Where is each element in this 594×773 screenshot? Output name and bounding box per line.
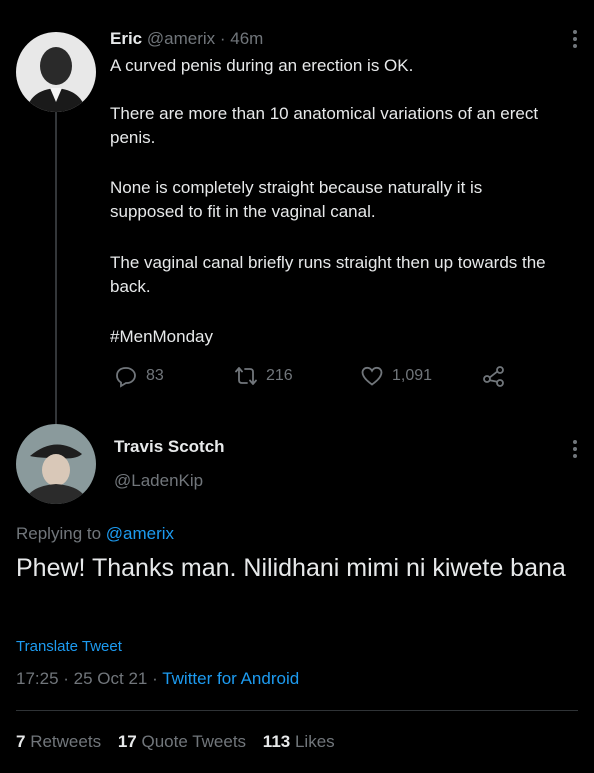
reply-author-handle[interactable]: @LadenKip <box>114 471 203 491</box>
heart-icon <box>361 366 383 386</box>
likes-stat[interactable]: 113 Likes <box>263 732 335 751</box>
translate-tweet-link[interactable]: Translate Tweet <box>16 638 122 655</box>
likes-count: 113 <box>262 732 291 751</box>
reply-button[interactable]: 83 <box>114 364 164 388</box>
reply-author-avatar[interactable] <box>16 424 96 504</box>
retweet-button[interactable]: 216 <box>234 364 293 388</box>
more-icon[interactable] <box>573 440 577 458</box>
likes-label: Likes <box>294 732 335 751</box>
replying-to: Replying to @amerix <box>16 524 174 544</box>
tweet-paragraph: A curved penis during an erection is OK. <box>110 56 414 75</box>
like-button[interactable]: 1,091 <box>360 364 432 388</box>
tweet-client[interactable]: Twitter for Android <box>162 669 299 688</box>
quote-tweets-stat[interactable]: 17 Quote Tweets <box>118 732 246 751</box>
retweet-count: 216 <box>266 367 293 384</box>
tweet-header: Eric @amerix · 46m <box>110 28 263 50</box>
tweet-stats: 7 Retweets 17 Quote Tweets 113 Likes <box>16 732 335 752</box>
tweet-paragraph: The vaginal canal briefly runs straight … <box>110 253 546 296</box>
tweet-age[interactable]: 46m <box>230 29 263 48</box>
retweets-count: 7 <box>16 732 26 751</box>
thread-line <box>55 112 57 424</box>
divider <box>16 710 578 711</box>
replying-to-label: Replying to <box>16 524 106 543</box>
reply-count: 83 <box>146 367 164 384</box>
retweet-icon <box>235 367 257 385</box>
tweet-meta: 17:25 · 25 Oct 21 · Twitter for Android <box>16 669 299 689</box>
author-handle[interactable]: @amerix <box>147 29 215 48</box>
quotes-count: 17 <box>117 732 137 751</box>
hashtag-link[interactable]: #MenMonday <box>110 325 213 349</box>
quotes-label: Quote Tweets <box>141 732 247 751</box>
retweets-stat[interactable]: 7 Retweets <box>16 732 101 751</box>
reply-author-name[interactable]: Travis Scotch <box>114 437 225 457</box>
reply-text: Phew! Thanks man. Nilidhani mimi ni kiwe… <box>16 554 566 582</box>
like-count: 1,091 <box>392 367 433 384</box>
tweet-paragraph: None is completely straight because natu… <box>110 178 483 221</box>
replying-to-handle[interactable]: @amerix <box>106 524 174 543</box>
tweet-paragraph: There are more than 10 anatomical variat… <box>110 104 539 147</box>
retweets-label: Retweets <box>30 732 102 751</box>
author-avatar[interactable] <box>16 32 96 112</box>
more-icon[interactable] <box>573 30 577 48</box>
author-name[interactable]: Eric <box>110 29 142 48</box>
share-button[interactable] <box>482 364 506 388</box>
meta-separator: · <box>58 669 74 688</box>
time-separator: · <box>215 29 231 48</box>
tweet-date[interactable]: 25 Oct 21 <box>74 669 148 688</box>
reply-icon <box>116 367 136 388</box>
share-icon <box>483 366 504 387</box>
meta-separator: · <box>147 669 163 688</box>
tweet-time[interactable]: 17:25 <box>16 669 59 688</box>
